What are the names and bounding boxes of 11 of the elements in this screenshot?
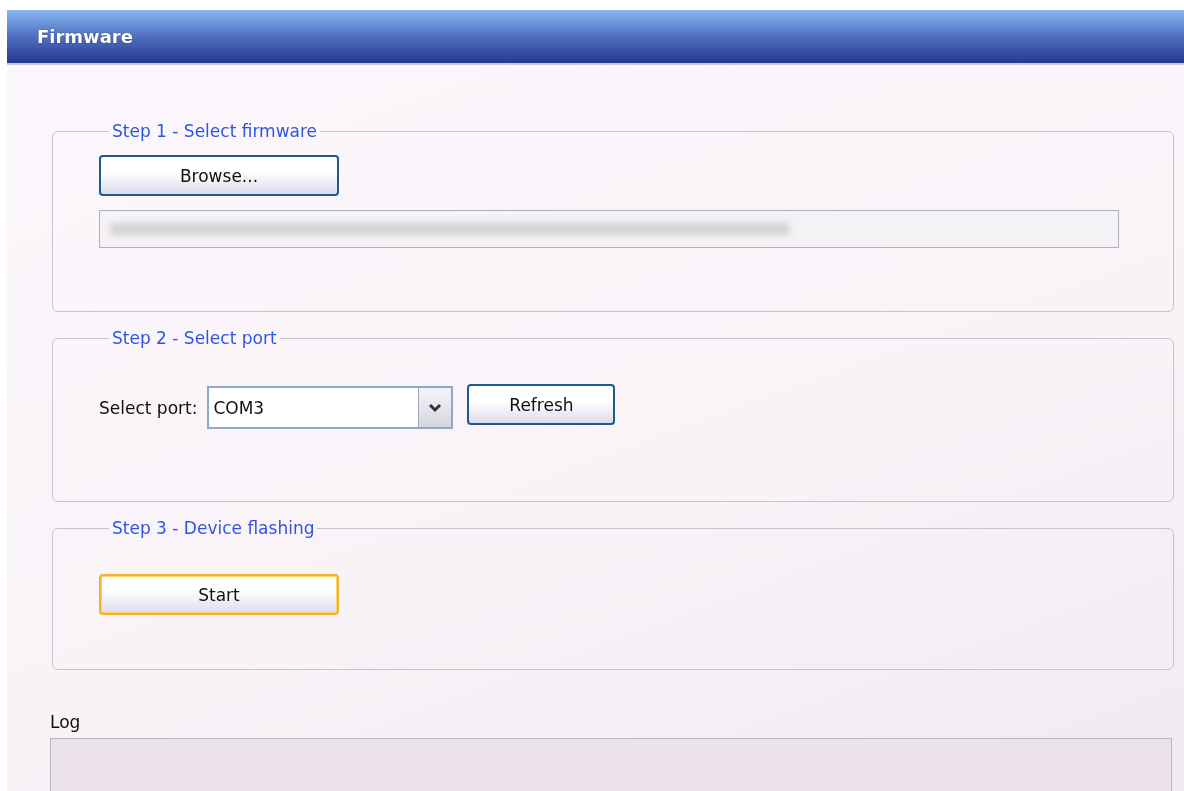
group-title: Step 1 - Select firmware	[111, 121, 319, 141]
group-title: Step 3 - Device flashing	[111, 518, 316, 538]
refresh-button[interactable]: Refresh	[467, 384, 616, 425]
group-title: Step 2 - Select port	[111, 328, 278, 348]
field-label: Select port:	[99, 397, 198, 418]
browse-button[interactable]: Browse...	[99, 155, 339, 196]
port-dropdown[interactable]: COM3	[207, 386, 454, 429]
window-title: Firmware	[37, 26, 133, 47]
chevron-down-icon	[428, 402, 443, 413]
start-button[interactable]: Start	[99, 574, 339, 615]
log-label: Log	[50, 712, 82, 732]
